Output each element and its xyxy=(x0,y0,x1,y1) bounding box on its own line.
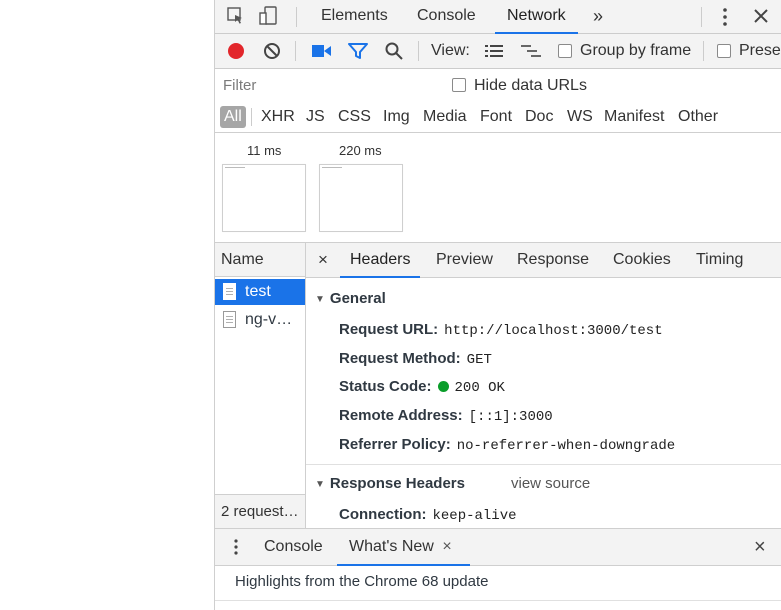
type-filter-css[interactable]: CSS xyxy=(338,106,371,128)
close-detail-icon[interactable]: × xyxy=(318,243,328,277)
type-filter-js[interactable]: JS xyxy=(306,106,325,128)
request-list: Name test ng-v… 2 request… xyxy=(215,243,306,528)
request-url-value: http://localhost:3000/test xyxy=(444,323,663,339)
large-rows-icon[interactable] xyxy=(485,44,503,58)
drawer-tab-whats-new[interactable]: What's New × xyxy=(337,529,470,566)
filmstrip-frame[interactable] xyxy=(319,164,403,232)
group-by-frame-checkbox[interactable] xyxy=(558,44,572,58)
request-row[interactable]: test xyxy=(215,279,305,305)
referrer-policy-row: Referrer Policy: no-referrer-when-downgra… xyxy=(339,436,675,454)
tab-network[interactable]: Network xyxy=(495,0,578,34)
network-toolbar: View: Group by frame Prese xyxy=(215,34,781,69)
preserve-log-label: Prese xyxy=(739,42,781,59)
main-tab-bar: Elements Console Network » xyxy=(215,0,781,34)
referrer-policy-value: no-referrer-when-downgrade xyxy=(456,438,676,454)
inspect-element-icon[interactable] xyxy=(227,7,245,25)
drawer-tab-whats-new-label: What's New xyxy=(349,538,434,555)
request-url-label: Request URL: xyxy=(339,321,439,338)
type-filter-font[interactable]: Font xyxy=(480,106,512,128)
filmstrip-frame[interactable] xyxy=(222,164,306,232)
tab-cookies[interactable]: Cookies xyxy=(613,243,671,277)
type-filter-other[interactable]: Other xyxy=(678,106,718,128)
record-icon[interactable] xyxy=(227,42,245,60)
response-headers-title: Response Headers xyxy=(329,475,465,492)
request-detail: × Headers Preview Response Cookies Timin… xyxy=(306,243,781,528)
view-source-link[interactable]: view source xyxy=(511,475,590,492)
tab-console[interactable]: Console xyxy=(417,0,476,33)
request-name: ng-v… xyxy=(245,311,293,328)
type-filter-all[interactable]: All xyxy=(220,106,246,128)
general-section-header[interactable]: ▼ General xyxy=(315,290,386,307)
response-headers-section-header[interactable]: ▼ Response Headers xyxy=(315,475,465,492)
drawer-menu-icon[interactable] xyxy=(233,538,239,556)
status-code-row: Status Code: 200 OK xyxy=(339,378,505,396)
status-ok-icon xyxy=(437,381,449,392)
tab-headers[interactable]: Headers xyxy=(339,243,422,278)
devtools-panel: Elements Console Network » View: Group b… xyxy=(214,0,781,610)
view-label: View: xyxy=(431,42,470,59)
waterfall-overview-icon[interactable] xyxy=(521,44,541,58)
close-drawer-icon[interactable]: × xyxy=(754,529,766,565)
request-summary: 2 request… xyxy=(215,494,305,528)
filmstrip-time: 11 ms xyxy=(247,143,282,158)
close-tab-icon[interactable]: × xyxy=(442,538,451,555)
request-method-row: Request Method: GET xyxy=(339,350,492,368)
screenshot-capture-icon[interactable] xyxy=(312,44,332,58)
clear-icon[interactable] xyxy=(263,42,281,60)
type-filter-media[interactable]: Media xyxy=(423,106,467,128)
filmstrip-overview: 11 ms 220 ms xyxy=(215,133,781,243)
hide-data-urls-label: Hide data URLs xyxy=(474,77,587,94)
type-filter-doc[interactable]: Doc xyxy=(525,106,553,128)
type-filter-manifest[interactable]: Manifest xyxy=(604,106,664,128)
preserve-log-checkbox[interactable] xyxy=(717,44,731,58)
tab-timing[interactable]: Timing xyxy=(696,243,743,277)
expand-triangle-icon: ▼ xyxy=(315,294,325,305)
device-toolbar-icon[interactable] xyxy=(259,6,279,26)
request-row[interactable]: ng-v… xyxy=(215,307,305,333)
detail-tab-bar: × Headers Preview Response Cookies Timin… xyxy=(306,243,781,278)
tab-response[interactable]: Response xyxy=(517,243,589,277)
connection-label: Connection: xyxy=(339,506,427,523)
remote-address-row: Remote Address: [::1]:3000 xyxy=(339,407,553,425)
general-section-title: General xyxy=(329,290,386,307)
more-tabs-button[interactable]: » xyxy=(593,0,603,33)
group-by-frame-label: Group by frame xyxy=(580,42,692,59)
type-filter-row: All XHR JS CSS Img Media Font Doc WS Man… xyxy=(215,102,781,133)
status-code-label: Status Code: xyxy=(339,378,432,395)
search-icon[interactable] xyxy=(385,42,403,60)
close-devtools-icon[interactable] xyxy=(753,8,769,24)
tab-preview[interactable]: Preview xyxy=(436,243,493,277)
referrer-policy-label: Referrer Policy: xyxy=(339,436,451,453)
document-icon xyxy=(223,311,236,328)
request-name: test xyxy=(245,283,271,300)
type-filter-img[interactable]: Img xyxy=(383,106,410,128)
drawer-tab-console[interactable]: Console xyxy=(264,529,323,565)
status-code-value: 200 OK xyxy=(454,380,505,396)
filter-row: Hide data URLs xyxy=(215,69,781,103)
request-method-value: GET xyxy=(466,352,492,368)
kebab-menu-icon[interactable] xyxy=(721,7,729,27)
type-filter-xhr[interactable]: XHR xyxy=(261,106,295,128)
expand-triangle-icon: ▼ xyxy=(315,479,325,490)
tab-elements[interactable]: Elements xyxy=(321,0,388,33)
request-url-row: Request URL: http://localhost:3000/test xyxy=(339,321,663,339)
drawer-tab-bar: Console What's New × × xyxy=(215,528,781,566)
connection-value: keep-alive xyxy=(432,508,517,524)
document-icon xyxy=(223,283,236,300)
filter-input[interactable] xyxy=(217,72,431,98)
remote-address-value: [::1]:3000 xyxy=(468,409,553,425)
connection-row: Connection: keep-alive xyxy=(339,506,517,524)
filter-funnel-icon[interactable] xyxy=(348,42,368,60)
filmstrip-time: 220 ms xyxy=(339,143,382,158)
whats-new-highlight: Highlights from the Chrome 68 update xyxy=(235,573,489,590)
request-method-label: Request Method: xyxy=(339,350,461,367)
hide-data-urls-checkbox[interactable] xyxy=(452,78,466,92)
remote-address-label: Remote Address: xyxy=(339,407,463,424)
type-filter-ws[interactable]: WS xyxy=(567,106,593,128)
name-column-header[interactable]: Name xyxy=(215,243,305,277)
